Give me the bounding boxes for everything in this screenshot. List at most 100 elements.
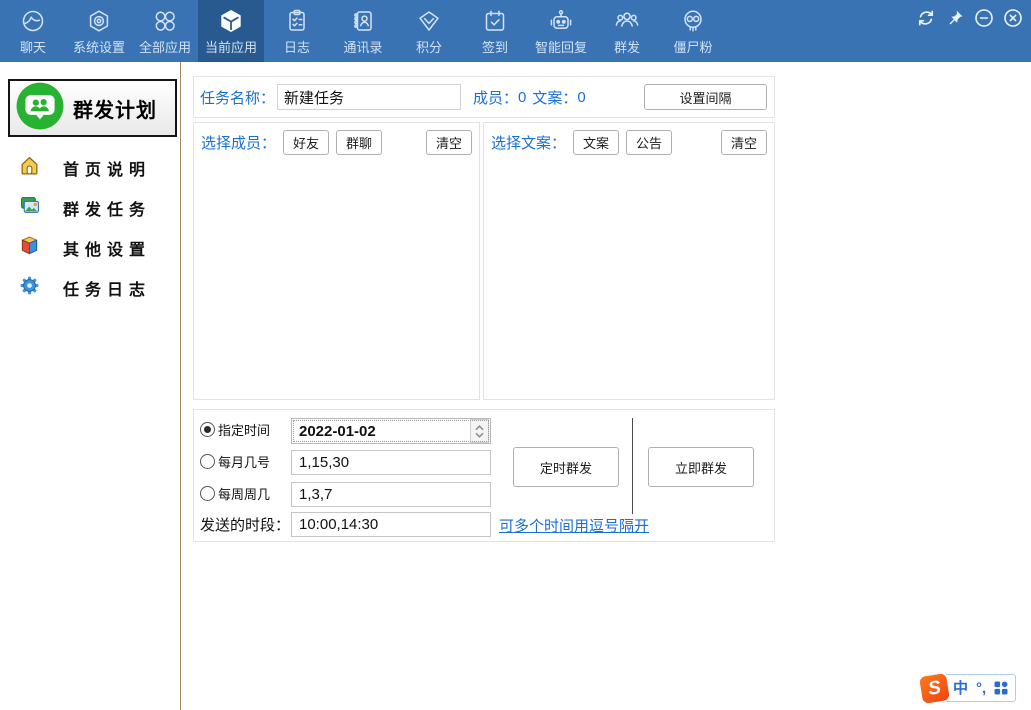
tab-all-apps[interactable]: 全部应用 xyxy=(132,0,198,62)
minimize-icon[interactable] xyxy=(973,7,994,28)
task-header-bar: 任务名称： 成员：0 文案：0 设置间隔 xyxy=(193,76,775,118)
sidebar-item-label: 任务日志 xyxy=(63,276,151,300)
schedule-option-day-of-month: 每月几号 xyxy=(200,452,270,471)
send-period-hint: 可多个时间用逗号隔开 xyxy=(499,515,649,536)
timed-mass-send-button[interactable]: 定时群发 xyxy=(513,447,619,487)
send-period-label: 发送的时段： xyxy=(200,514,290,535)
tab-mass-send[interactable]: 群发 xyxy=(594,0,660,62)
copy-list-area[interactable] xyxy=(484,155,774,385)
copy-panel-header: 选择文案： 文案 公告 清空 xyxy=(484,123,774,155)
date-spinner[interactable] xyxy=(470,419,489,443)
radio-label: 每周周几 xyxy=(218,484,270,503)
app-title-box: 群发计划 xyxy=(8,79,177,137)
close-icon[interactable] xyxy=(1002,7,1023,28)
tab-label: 积分 xyxy=(416,37,442,56)
sidebar-item-label: 首页说明 xyxy=(63,156,151,180)
grid-icon[interactable] xyxy=(994,681,1008,695)
group-chats-button[interactable]: 群聊 xyxy=(336,130,382,155)
refresh-icon[interactable] xyxy=(915,7,936,28)
spinner-down-icon xyxy=(475,432,484,438)
log-icon xyxy=(284,7,311,34)
sogou-logo-icon[interactable]: S xyxy=(919,673,950,704)
day-of-week-input[interactable] xyxy=(291,482,491,507)
home-icon xyxy=(19,155,40,181)
set-interval-button[interactable]: 设置间隔 xyxy=(644,84,767,110)
chat-icon xyxy=(20,7,47,34)
tab-label: 群发 xyxy=(614,37,640,56)
sidebar-item-label: 其他设置 xyxy=(63,236,151,260)
copywriting-button[interactable]: 文案 xyxy=(573,130,619,155)
schedule-option-specified-time: 指定时间 xyxy=(200,420,270,439)
schedule-option-day-of-week: 每周周几 xyxy=(200,484,270,503)
ime-punct-toggle[interactable]: °, xyxy=(976,681,986,696)
send-period-input[interactable] xyxy=(291,512,491,537)
radio-label: 每月几号 xyxy=(218,452,270,471)
tab-label: 通讯录 xyxy=(343,37,382,56)
button-divider xyxy=(632,418,633,514)
sidebar-item-mass-send-tasks[interactable]: 群发任务 xyxy=(0,188,180,228)
day-of-month-input[interactable] xyxy=(291,450,491,475)
sidebar-item-home-guide[interactable]: 首页说明 xyxy=(0,148,180,188)
settings-icon xyxy=(86,7,113,34)
checkin-icon xyxy=(482,7,509,34)
tab-label: 系统设置 xyxy=(73,37,125,56)
points-icon xyxy=(416,7,443,34)
current-app-icon xyxy=(218,7,245,34)
date-field[interactable]: 2022-01-02 xyxy=(291,418,491,444)
photos-icon xyxy=(19,195,40,221)
tab-label: 聊天 xyxy=(20,37,46,56)
app-window: 聊天 系统设置 全部应用 当前应用 日志 xyxy=(0,0,1031,710)
member-select-panel: 选择成员： 好友 群聊 清空 xyxy=(193,122,480,400)
send-now-button[interactable]: 立即群发 xyxy=(648,447,754,487)
friends-button[interactable]: 好友 xyxy=(283,130,329,155)
member-panel-title: 选择成员： xyxy=(201,132,276,153)
app-title: 群发计划 xyxy=(73,94,157,123)
tab-system-settings[interactable]: 系统设置 xyxy=(66,0,132,62)
tab-label: 僵尸粉 xyxy=(673,37,712,56)
tab-contacts[interactable]: 通讯录 xyxy=(330,0,396,62)
radio-day-of-month[interactable] xyxy=(200,454,215,469)
task-name-label: 任务名称： xyxy=(200,87,275,108)
tab-label: 当前应用 xyxy=(205,37,257,56)
box-icon xyxy=(19,235,40,261)
tab-label: 签到 xyxy=(482,37,508,56)
sogou-logo-letter: S xyxy=(927,678,943,699)
all-apps-icon xyxy=(152,7,179,34)
tab-label: 全部应用 xyxy=(139,37,191,56)
sidebar-item-other-settings[interactable]: 其他设置 xyxy=(0,228,180,268)
announcement-button[interactable]: 公告 xyxy=(626,130,672,155)
members-count-value: 0 xyxy=(518,89,526,106)
sidebar-menu: 首页说明 群发任务 其他设置 任务日志 xyxy=(0,148,180,308)
copy-panel-title: 选择文案： xyxy=(491,132,566,153)
clear-copy-button[interactable]: 清空 xyxy=(721,130,767,155)
zombie-icon xyxy=(680,7,707,34)
ime-bar: S 中 °, xyxy=(921,672,1016,704)
ime-lang-toggle[interactable]: 中 xyxy=(953,681,968,696)
member-panel-header: 选择成员： 好友 群聊 清空 xyxy=(194,123,479,155)
tab-smart-reply[interactable]: 智能回复 xyxy=(528,0,594,62)
members-count-label: 成员： xyxy=(473,87,518,108)
pin-icon[interactable] xyxy=(944,7,965,28)
sidebar: 群发计划 首页说明 群发任务 其他设置 xyxy=(0,62,181,710)
clear-members-button[interactable]: 清空 xyxy=(426,130,472,155)
member-list-area[interactable] xyxy=(194,155,479,385)
gear-icon xyxy=(19,275,40,301)
tab-current-app[interactable]: 当前应用 xyxy=(198,0,264,62)
copy-select-panel: 选择文案： 文案 公告 清空 xyxy=(483,122,775,400)
top-nav: 聊天 系统设置 全部应用 当前应用 日志 xyxy=(0,0,1031,62)
task-stats: 成员：0 文案：0 xyxy=(473,87,586,108)
tab-checkin[interactable]: 签到 xyxy=(462,0,528,62)
tab-chat[interactable]: 聊天 xyxy=(0,0,66,62)
tab-zombie-fans[interactable]: 僵尸粉 xyxy=(660,0,726,62)
send-period-row: 发送的时段： xyxy=(200,514,290,535)
group-chat-bubble-icon xyxy=(15,81,65,136)
task-name-input[interactable] xyxy=(277,84,461,110)
radio-day-of-week[interactable] xyxy=(200,486,215,501)
sidebar-item-label: 群发任务 xyxy=(63,196,151,220)
smart-reply-icon xyxy=(548,7,575,34)
tab-points[interactable]: 积分 xyxy=(396,0,462,62)
radio-label: 指定时间 xyxy=(218,420,270,439)
radio-specified-time[interactable] xyxy=(200,422,215,437)
sidebar-item-task-log[interactable]: 任务日志 xyxy=(0,268,180,308)
tab-log[interactable]: 日志 xyxy=(264,0,330,62)
